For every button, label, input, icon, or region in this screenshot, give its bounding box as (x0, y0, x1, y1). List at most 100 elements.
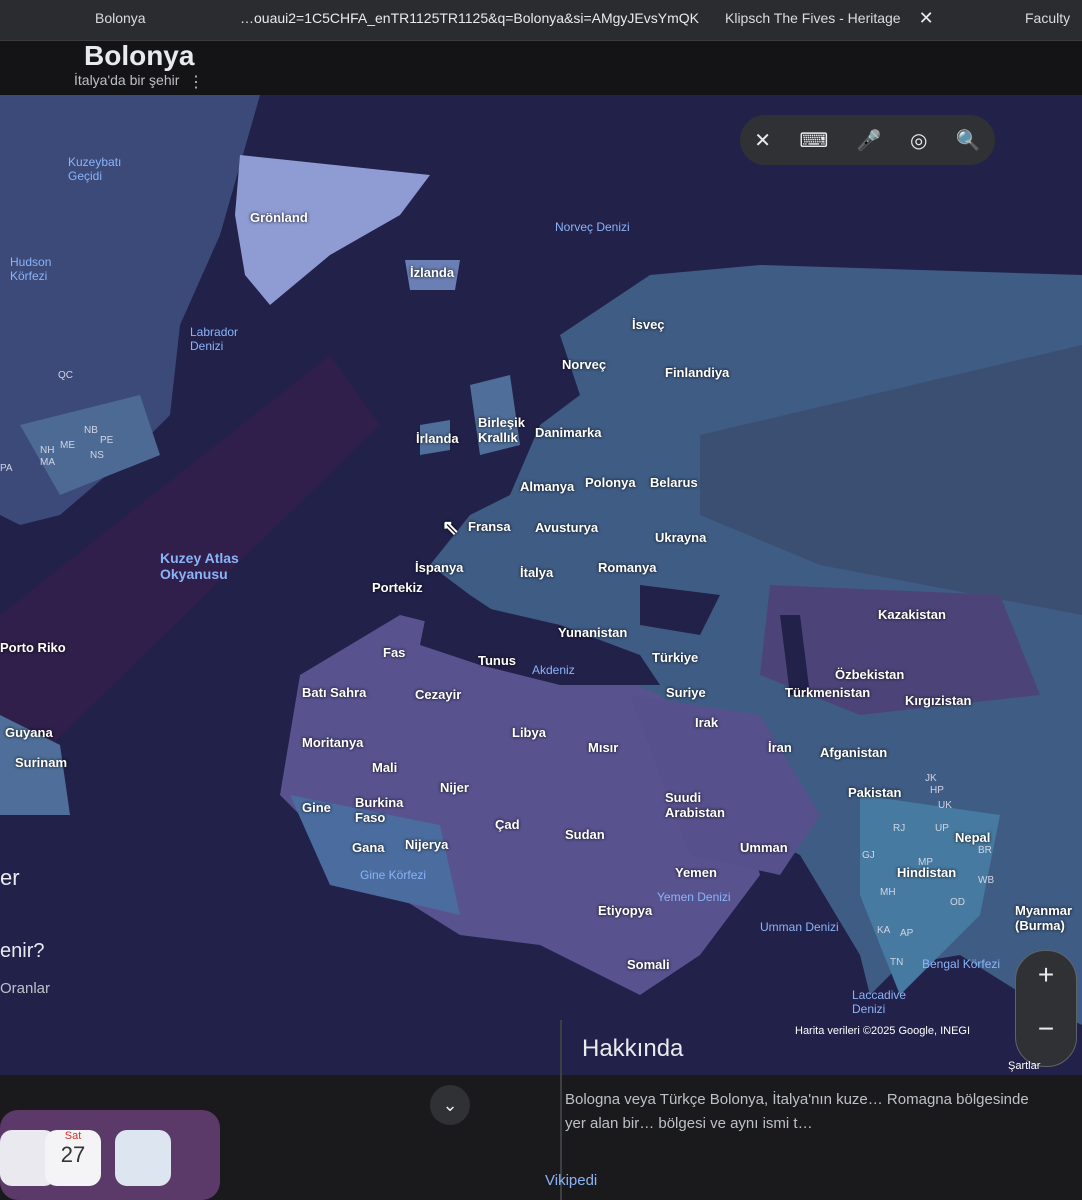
map-label-qc: QC (58, 370, 73, 381)
map-label-kuzeybati: Kuzeybatı Geçidi (68, 155, 122, 183)
app-icon[interactable] (115, 1130, 171, 1186)
left-question[interactable]: enir? (0, 940, 44, 963)
about-text: Bologna veya Türkçe Bolonya, İtalya'nın … (565, 1091, 1029, 1132)
map-label-portekiz: Portekiz (372, 580, 423, 595)
keyboard-icon[interactable]: ⌨ (799, 128, 828, 153)
map-label-misir: Mısır (588, 740, 619, 755)
map-label-ap: AP (900, 928, 914, 939)
zoom-out-button[interactable]: − (1016, 1013, 1076, 1045)
map-label-ispanya: İspanya (415, 560, 464, 575)
mouse-cursor-icon: ⇖ (442, 517, 459, 539)
map-label-nb: NB (84, 425, 98, 436)
tab-bolonya-label: Bolonya (95, 10, 146, 26)
about-heading: Hakkında (582, 1035, 684, 1062)
map-label-norvec-denizi: Norveç Denizi (555, 220, 630, 234)
zoom-in-button[interactable]: + (1016, 959, 1076, 991)
map-label-nijerya: Nijerya (405, 837, 449, 852)
tab-close-icon[interactable]: ✕ (919, 8, 934, 29)
map-label-suudi: Suudi Arabistan (665, 790, 725, 820)
map-label-hp: HP (930, 785, 944, 796)
map-label-pa: PA (0, 463, 13, 474)
map-label-mp: MP (918, 857, 933, 868)
map-label-moritanya: Moritanya (302, 735, 364, 750)
map-label-suriye: Suriye (666, 685, 706, 700)
tab-faculty-label: Faculty (1025, 10, 1071, 26)
page-title: Bolonya (84, 40, 195, 71)
map-label-nepal: Nepal (955, 830, 991, 845)
map-terms-link[interactable]: Şartlar (1008, 1060, 1040, 1072)
map-label-labrador: Labrador Denizi (190, 325, 239, 353)
map-label-birlesik-krallik: Birleşik Krallık (478, 415, 525, 445)
map-label-bengal: Bengal Körfezi (922, 957, 1001, 971)
browser-toolbar: Bolonya …ouaui2=1C5CHFA_enTR1125TR1125&q… (0, 0, 1082, 41)
wikipedia-link[interactable]: Vikipedi (545, 1172, 597, 1189)
map-label-rj: RJ (893, 823, 906, 834)
left-subtext: Oranlar (0, 980, 51, 997)
map-label-nh: NH (40, 445, 55, 456)
map-label-ka: KA (877, 925, 891, 936)
map-label-mali: Mali (372, 760, 398, 775)
map-label-pe: PE (100, 435, 114, 446)
address-bar[interactable]: …ouaui2=1C5CHFA_enTR1125TR1125&q=Bolonya… (240, 10, 700, 32)
map-view[interactable]: Kuzeybatı Geçidi Grönland Hudson Körfezi L… (0, 95, 1082, 1080)
tab-klipsch[interactable]: Klipsch The Fives - Heritage ✕ (725, 4, 934, 32)
left-section-heading: er (0, 865, 20, 890)
map-label-kazakistan: Kazakistan (878, 607, 946, 622)
tab-faculty[interactable]: Faculty (1025, 4, 1070, 32)
search-tools-bar: ✕ ⌨ 🎤 ◎ 🔍 (740, 115, 995, 165)
page-subtitle: İtalya'da bir şehir (74, 72, 180, 88)
more-options-icon[interactable]: ⋮ (188, 72, 204, 92)
map-label-belarus: Belarus (650, 475, 698, 490)
zoom-control: + − (1015, 950, 1077, 1067)
chevron-down-icon[interactable]: ⌄ (430, 1085, 470, 1125)
map-label-italya: İtalya (520, 565, 554, 580)
map-label-bati-sahra: Batı Sahra (302, 685, 367, 700)
map-label-gronland: Grönland (250, 210, 308, 225)
map-label-etiyopya: Etiyopya (598, 903, 653, 918)
calendar-date: 27 (60, 1142, 86, 1167)
map-label-nijer: Nijer (440, 780, 469, 795)
map-label-norvec: Norveç (562, 357, 607, 372)
map-label-br: BR (978, 845, 992, 856)
map-label-kuzey-atlas: Kuzey Atlas Okyanusu (160, 550, 239, 582)
map-label-kirgizistan: Kırgızistan (905, 693, 972, 708)
map-label-me: ME (60, 440, 75, 451)
map-label-mh: MH (880, 887, 896, 898)
map-label-od: OD (950, 897, 965, 908)
map-label-cad: Çad (495, 817, 520, 832)
map-label-umman: Umman (740, 840, 788, 855)
map-label-porto-riko: Porto Riko (0, 640, 66, 655)
map-label-polonya: Polonya (585, 475, 636, 490)
map-label-jk: JK (925, 773, 937, 784)
map-label-guyana: Guyana (5, 725, 53, 740)
map-label-burkina: Burkina Faso (355, 795, 404, 825)
map-label-up: UP (935, 823, 949, 834)
mic-icon[interactable]: 🎤 (857, 128, 882, 153)
map-label-sudan: Sudan (565, 827, 605, 842)
map-label-ukrayna: Ukrayna (655, 530, 707, 545)
calendar-app-icon[interactable]: Sat 27 (45, 1130, 101, 1186)
map-label-laccadive: Laccadive Denizi (852, 988, 907, 1016)
map-label-ma: MA (40, 457, 55, 468)
clear-icon[interactable]: ✕ (754, 128, 771, 153)
map-label-gj: GJ (862, 850, 875, 861)
map-label-umman-denizi: Umman Denizi (760, 920, 839, 934)
map-label-irak: Irak (695, 715, 719, 730)
map-label-yemen-denizi: Yemen Denizi (657, 890, 731, 904)
map-label-akdeniz: Akdeniz (532, 663, 575, 677)
lens-icon[interactable]: ◎ (910, 128, 927, 153)
map-label-iran: İran (768, 740, 792, 755)
search-icon[interactable]: 🔍 (956, 128, 981, 153)
map-label-isvec: İsveç (632, 317, 665, 332)
map-label-tn: TN (890, 957, 904, 968)
map-label-finlandiya: Finlandiya (665, 365, 730, 380)
map-label-yemen: Yemen (675, 865, 717, 880)
map-label-romanya: Romanya (598, 560, 657, 575)
map-label-libya: Libya (512, 725, 546, 740)
map-label-fas: Fas (383, 645, 406, 660)
tab-bolonya[interactable]: Bolonya (95, 4, 146, 32)
map-label-hudson: Hudson Körfezi (10, 255, 52, 283)
map-label-somali: Somali (627, 957, 670, 972)
map-landmass (0, 95, 1082, 1025)
map-label-gine: Gine (302, 800, 331, 815)
